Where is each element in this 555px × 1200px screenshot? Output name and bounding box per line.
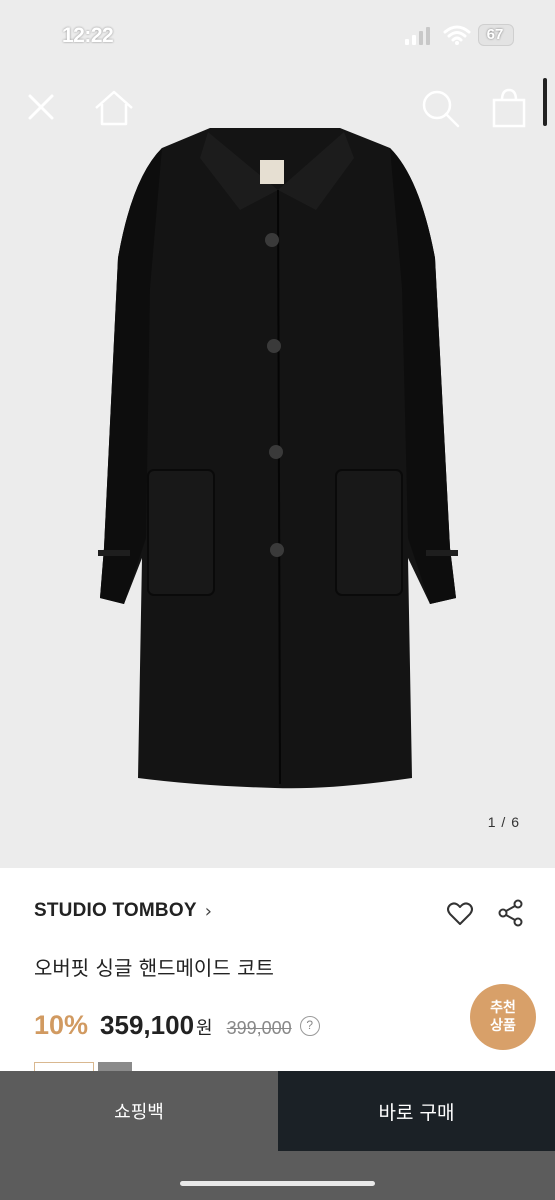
product-name: 오버핏 싱글 핸드메이드 코트 [34, 956, 274, 980]
chevron-right-icon: › [204, 900, 212, 922]
home-button[interactable] [92, 86, 136, 130]
status-bar: 12:22 67 [0, 0, 555, 68]
wifi-icon [443, 25, 471, 45]
image-counter: 1 / 6 [487, 814, 520, 830]
add-to-cart-button[interactable]: 쇼핑백 [0, 1071, 278, 1151]
sale-price: 359,100 [100, 1010, 195, 1040]
like-button[interactable] [446, 900, 474, 928]
battery-level: 67 [486, 26, 504, 43]
scroll-indicator [543, 78, 547, 126]
close-icon [28, 94, 54, 120]
home-icon [95, 90, 133, 126]
badge-line-2: 상품 [490, 1018, 516, 1034]
home-indicator [180, 1181, 375, 1186]
currency-label: 원 [196, 1018, 213, 1039]
discount-rate: 10% [34, 1010, 89, 1040]
share-button[interactable] [497, 899, 525, 927]
search-icon [422, 90, 460, 128]
signal-icon [405, 27, 430, 45]
shopping-bag-icon [492, 88, 526, 128]
brand-name: STUDIO TOMBOY [34, 900, 197, 921]
bottom-safe-area [0, 1151, 555, 1200]
bottom-action-bar: 쇼핑백 바로 구매 [0, 1071, 555, 1151]
coat-product-image [98, 128, 458, 789]
recommended-products-button[interactable]: 추천 상품 [470, 984, 536, 1050]
original-price: 399,000 [226, 1018, 292, 1038]
heart-icon [447, 902, 473, 925]
search-button[interactable] [418, 86, 462, 130]
buy-now-button[interactable]: 바로 구매 [278, 1071, 555, 1151]
brand-link[interactable]: STUDIO TOMBOY › [34, 900, 212, 922]
share-icon [498, 899, 523, 927]
price-help-icon[interactable]: ? [299, 1015, 320, 1036]
badge-line-1: 추천 [490, 1000, 516, 1016]
status-time: 12:22 [62, 24, 114, 47]
close-button[interactable] [20, 86, 64, 130]
product-image-gallery[interactable]: 1 / 6 [0, 68, 555, 868]
battery-icon: 67 [478, 24, 514, 46]
price-row: 10% 359,100 원 399,000 ? [34, 1010, 320, 1041]
shopping-bag-button[interactable] [488, 86, 532, 130]
